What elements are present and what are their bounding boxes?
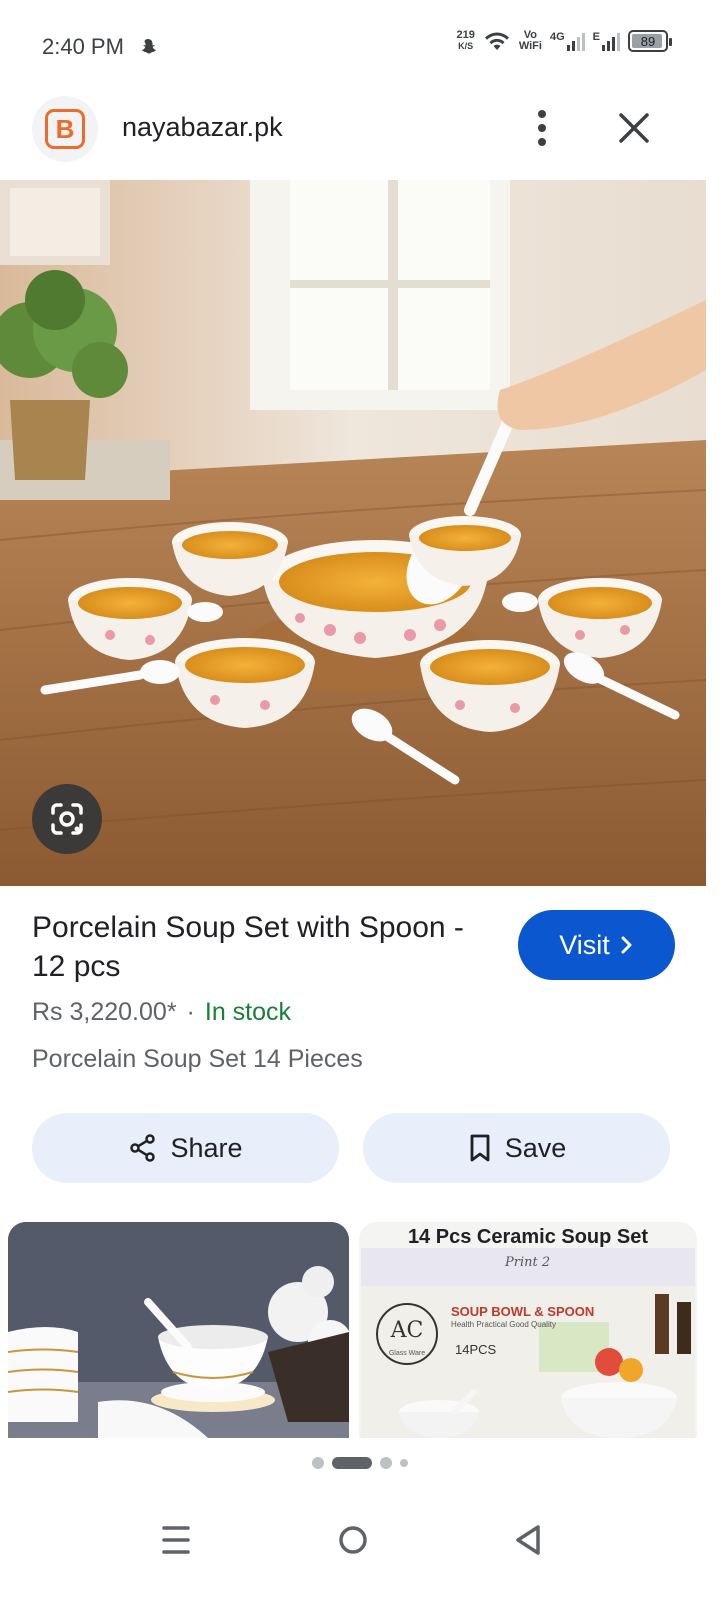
related-image-2-count: 14PCS — [455, 1342, 497, 1357]
snapchat-icon — [142, 39, 156, 54]
visit-label: Visit — [559, 929, 610, 960]
network-speed-value: 219 — [456, 29, 475, 41]
related-image-1[interactable] — [8, 1222, 349, 1438]
home-icon[interactable] — [323, 1510, 383, 1570]
chevron-right-icon — [621, 936, 632, 954]
product-price: Rs 3,220.00* — [32, 998, 177, 1026]
battery-icon: 89 — [628, 30, 672, 52]
network-speed-unit: K/S — [458, 41, 474, 51]
related-image-2-tagline: Health Practical Good Quality — [451, 1320, 556, 1329]
signal-bars-icon — [602, 33, 620, 51]
pagination-dot[interactable] — [400, 1459, 408, 1467]
save-label: Save — [504, 1132, 567, 1163]
google-lens-button[interactable] — [32, 784, 102, 854]
vowifi-indicator: Vo WiFi — [519, 30, 542, 52]
related-image-2[interactable]: 14 Pcs Ceramic Soup Set Print 2 AC Glass… — [359, 1222, 697, 1438]
product-subtitle: Porcelain Soup Set 14 Pieces — [32, 1045, 363, 1073]
vowifi-bottom: WiFi — [518, 40, 542, 52]
site-logo[interactable]: B — [32, 96, 98, 162]
network-4g-label: 4G — [549, 31, 565, 43]
back-icon[interactable] — [498, 1510, 558, 1570]
network-e-label: E — [592, 31, 600, 43]
signal-bars-icon — [566, 33, 585, 51]
visit-button[interactable]: Visit — [518, 910, 675, 980]
signal-4g: 4G — [550, 31, 585, 51]
pagination-dot[interactable] — [312, 1457, 324, 1469]
site-logo-icon: B — [45, 109, 85, 149]
bookmark-icon — [470, 1134, 490, 1162]
related-photo-1 — [8, 1222, 349, 1438]
recent-apps-icon[interactable] — [146, 1510, 206, 1570]
stock-status: In stock — [204, 998, 292, 1026]
system-nav-bar — [0, 1490, 720, 1600]
pagination-dot-active[interactable] — [332, 1457, 372, 1469]
share-label: Share — [170, 1132, 243, 1163]
battery-level: 89 — [640, 33, 656, 49]
status-time: 2:40 PM — [42, 34, 124, 59]
related-image-2-logo: AC — [390, 1318, 424, 1343]
save-button[interactable]: Save — [363, 1113, 670, 1183]
site-name[interactable]: nayabazar.pk — [122, 112, 283, 143]
price-separator: · — [186, 998, 195, 1026]
network-speed: 219 K/S — [456, 30, 474, 52]
share-button[interactable]: Share — [32, 1113, 339, 1183]
more-options-icon[interactable] — [522, 106, 562, 150]
price-row: Rs 3,220.00* · In stock — [32, 998, 291, 1027]
product-title: Porcelain Soup Set with Spoon - 12 pcs — [32, 911, 464, 983]
carousel-pagination — [0, 1457, 720, 1469]
share-icon — [130, 1134, 156, 1162]
soup-set-photo — [0, 180, 706, 886]
result-header: B nayabazar.pk — [0, 92, 720, 180]
pagination-dot[interactable] — [380, 1457, 392, 1469]
lens-icon — [51, 803, 83, 835]
related-image-2-logo-sub: Glass Ware — [388, 1350, 426, 1357]
wifi-icon — [484, 32, 509, 50]
related-image-2-brand: SOUP BOWL & SPOON — [451, 1304, 595, 1319]
related-image-2-print: Print 2 — [505, 1255, 551, 1270]
product-image[interactable] — [0, 180, 706, 886]
status-bar: 2:40 PM 219 K/S Vo WiFi 4G E 89 — [0, 0, 720, 92]
close-icon[interactable] — [612, 106, 656, 150]
signal-e: E — [593, 31, 620, 51]
